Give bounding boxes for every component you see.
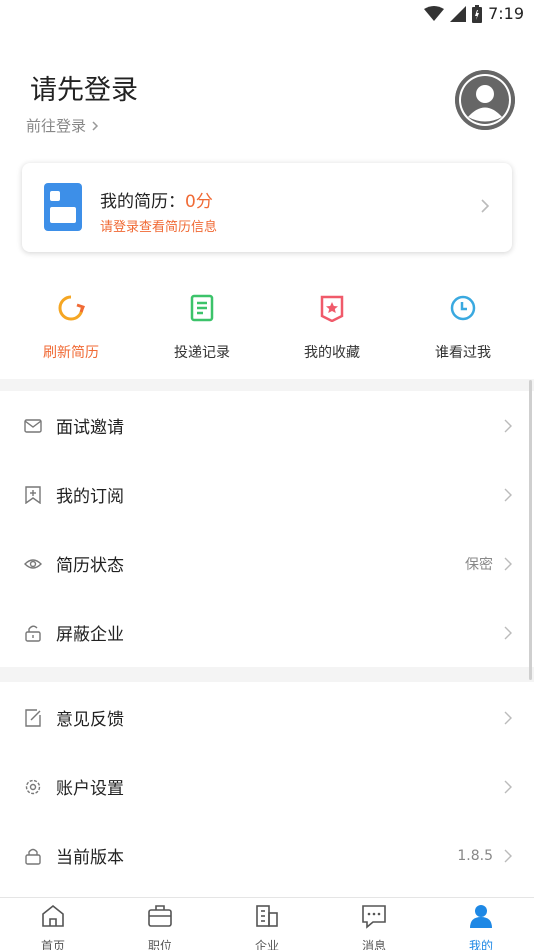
- section-divider: [0, 667, 534, 682]
- avatar[interactable]: [455, 70, 515, 130]
- wifi-icon: [424, 5, 445, 21]
- chevron-right-icon: [504, 626, 512, 639]
- resume-title-prefix: 我的简历：: [100, 192, 185, 212]
- version-value: 1.8.5: [457, 847, 493, 864]
- building-icon: [256, 905, 278, 927]
- chevron-right-icon: [481, 199, 490, 213]
- menu-item-label: 意见反馈: [56, 710, 124, 730]
- eye-icon: [24, 558, 42, 569]
- document-icon: [190, 294, 214, 322]
- menu-item-current-version[interactable]: 当前版本 1.8.5: [0, 821, 534, 890]
- unlock-icon: [25, 625, 41, 642]
- tab-label: 企业: [254, 939, 279, 950]
- login-link-label: 前往登录: [26, 117, 87, 135]
- chevron-right-icon: [504, 488, 512, 501]
- tab-messages[interactable]: 消息: [321, 898, 427, 950]
- battery-icon: [472, 4, 483, 23]
- favorite-badge-icon: [320, 295, 344, 323]
- home-icon: [42, 904, 64, 927]
- menu-item-label: 简历状态: [56, 556, 124, 576]
- resume-status-value: 保密: [465, 556, 493, 573]
- status-bar: 7:19: [0, 0, 534, 28]
- briefcase-icon: [148, 905, 172, 927]
- menu-item-label: 屏蔽企业: [56, 625, 124, 645]
- my-favorites-button[interactable]: 我的收藏: [277, 290, 387, 362]
- tab-home[interactable]: 首页: [0, 898, 106, 950]
- signal-icon: [450, 5, 467, 22]
- clock-icon: [450, 295, 476, 321]
- edit-icon: [25, 708, 41, 727]
- tab-label: 消息: [361, 939, 386, 950]
- menu-item-resume-status[interactable]: 简历状态 保密: [0, 529, 534, 598]
- resume-hint: 请登录查看简历信息: [100, 220, 218, 235]
- chevron-right-icon: [504, 557, 512, 570]
- section-divider: [0, 379, 534, 391]
- chevron-right-icon: [504, 849, 512, 862]
- chevron-right-icon: [504, 780, 512, 793]
- tab-label: 职位: [147, 939, 172, 950]
- refresh-icon: [58, 295, 85, 321]
- mail-icon: [24, 418, 42, 433]
- resume-card[interactable]: 我的简历：0分 请登录查看简历信息: [22, 163, 512, 252]
- menu-item-interview-invite[interactable]: 面试邀请: [0, 391, 534, 460]
- lock-icon: [25, 848, 41, 865]
- chevron-right-icon: [504, 419, 512, 432]
- tab-jobs[interactable]: 职位: [107, 898, 213, 950]
- quick-action-label: 谁看过我: [435, 345, 491, 361]
- status-icons: 7:19: [424, 4, 524, 23]
- resume-score: 0分: [185, 192, 213, 212]
- menu-item-feedback[interactable]: 意见反馈: [0, 683, 534, 752]
- quick-action-label: 投递记录: [174, 345, 230, 361]
- tab-mine[interactable]: 我的: [428, 898, 534, 950]
- quick-actions: 刷新简历 投递记录 我的收藏 谁看过我: [0, 290, 534, 365]
- login-link[interactable]: 前往登录: [26, 115, 100, 136]
- menu-item-label: 当前版本: [56, 848, 124, 868]
- quick-action-label: 刷新简历: [43, 345, 99, 361]
- page-title: 请先登录: [30, 75, 138, 106]
- resume-icon: [44, 183, 82, 231]
- quick-action-label: 我的收藏: [304, 345, 360, 361]
- delivery-record-button[interactable]: 投递记录: [147, 290, 257, 362]
- user-icon: [470, 905, 492, 928]
- status-time: 7:19: [488, 4, 524, 23]
- tab-label: 首页: [40, 939, 65, 950]
- menu-item-account-settings[interactable]: 账户设置: [0, 752, 534, 821]
- user-avatar-icon: [455, 70, 515, 130]
- bookmark-add-icon: [25, 485, 41, 504]
- who-viewed-me-button[interactable]: 谁看过我: [408, 290, 518, 362]
- resume-title: 我的简历：0分: [100, 187, 213, 212]
- menu-item-block-companies[interactable]: 屏蔽企业: [0, 598, 534, 667]
- message-icon: [362, 905, 386, 929]
- scrollbar[interactable]: [529, 380, 532, 680]
- menu-item-my-subscription[interactable]: 我的订阅: [0, 460, 534, 529]
- menu-item-label: 账户设置: [56, 779, 124, 799]
- tab-label: 我的: [468, 939, 493, 950]
- refresh-resume-button[interactable]: 刷新简历: [16, 290, 126, 362]
- tab-companies[interactable]: 企业: [214, 898, 320, 950]
- menu-item-label: 我的订阅: [56, 487, 124, 507]
- gear-icon: [25, 779, 41, 794]
- chevron-right-icon: [92, 120, 99, 131]
- bottom-tab-bar: 首页 职位 企业 消息 我的: [0, 897, 534, 950]
- chevron-right-icon: [504, 711, 512, 724]
- menu-item-label: 面试邀请: [56, 418, 124, 438]
